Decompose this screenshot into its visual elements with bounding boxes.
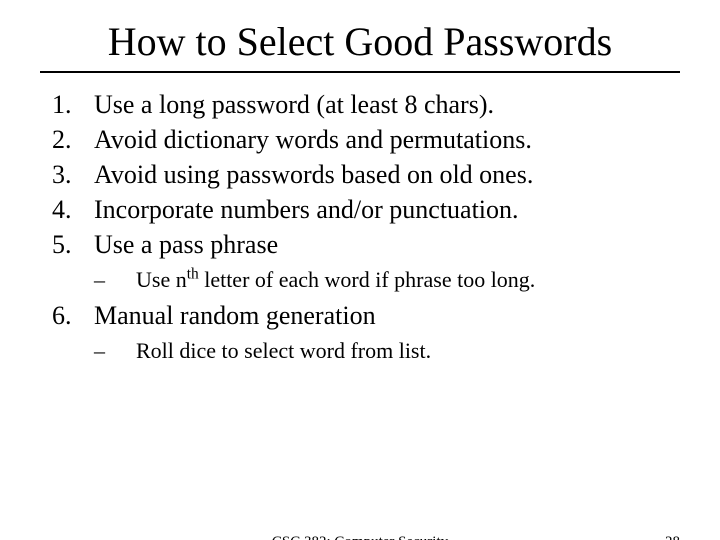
- sub-item-pre: Use n: [136, 267, 187, 292]
- bullet-dash: –: [94, 333, 136, 368]
- sub-list-item: – Use nth letter of each word if phrase …: [94, 262, 680, 297]
- item-text: Incorporate numbers and/or punctuation.: [94, 192, 680, 227]
- bullet-dash: –: [94, 262, 136, 297]
- footer-course: CSC 382: Computer Security: [0, 534, 720, 540]
- item-number: 1.: [52, 87, 94, 122]
- page-number: 28: [665, 534, 680, 540]
- sub-item-text: Use nth letter of each word if phrase to…: [136, 262, 680, 297]
- item-number: 5.: [52, 227, 94, 262]
- item-text: Avoid using passwords based on old ones.: [94, 157, 680, 192]
- title-underline: [40, 71, 680, 73]
- list-item: 6. Manual random generation: [52, 298, 680, 333]
- item-number: 6.: [52, 298, 94, 333]
- sub-item-text: Roll dice to select word from list.: [136, 333, 680, 368]
- item-number: 2.: [52, 122, 94, 157]
- list-item: 5. Use a pass phrase: [52, 227, 680, 262]
- list-item: 3. Avoid using passwords based on old on…: [52, 157, 680, 192]
- item-text: Avoid dictionary words and permutations.: [94, 122, 680, 157]
- slide: How to Select Good Passwords 1. Use a lo…: [0, 18, 720, 540]
- list-item: 2. Avoid dictionary words and permutatio…: [52, 122, 680, 157]
- item-text: Use a long password (at least 8 chars).: [94, 87, 680, 122]
- sub-list-item: – Roll dice to select word from list.: [94, 333, 680, 368]
- item-number: 4.: [52, 192, 94, 227]
- content-list: 1. Use a long password (at least 8 chars…: [52, 87, 680, 368]
- item-text: Use a pass phrase: [94, 227, 680, 262]
- superscript: th: [187, 266, 199, 283]
- sub-item-post: letter of each word if phrase too long.: [199, 267, 536, 292]
- slide-title: How to Select Good Passwords: [40, 18, 680, 65]
- list-item: 4. Incorporate numbers and/or punctuatio…: [52, 192, 680, 227]
- item-text: Manual random generation: [94, 298, 680, 333]
- list-item: 1. Use a long password (at least 8 chars…: [52, 87, 680, 122]
- item-number: 3.: [52, 157, 94, 192]
